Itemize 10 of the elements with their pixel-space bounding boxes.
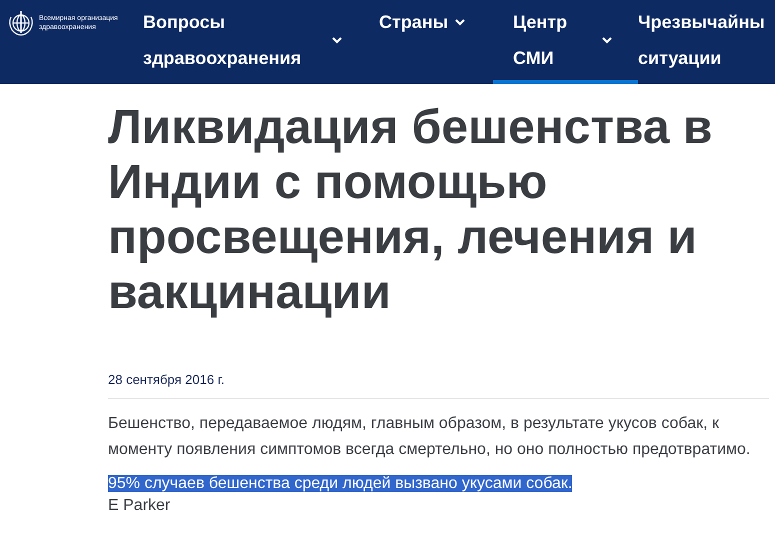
nav-tab[interactable]: Вопросы здравоохранения [138, 0, 379, 84]
publish-date: 28 сентября 2016 г. [108, 370, 769, 398]
nav-tab[interactable]: Страны [379, 0, 493, 84]
globe-emblem-icon [6, 9, 36, 37]
lead-paragraph: Бешенство, передаваемое людям, главным образом, в результате укусов собак, к моменту появления симптомов всегда смертельно, но оно полностью предотвратимо. [108, 414, 752, 460]
photo-credit: E Parker [108, 496, 172, 516]
image-caption: 95% случаев бешенства среди людей вызвано укусами собак. [108, 474, 572, 492]
nav-tab[interactable]: Чрезвычайны ситуации [638, 0, 775, 84]
nav-tab[interactable]: Центр СМИ [493, 0, 638, 84]
article-title: Ликвидация бешенства в Индии с помощью просвещения, лечения и вакцинации [108, 100, 714, 320]
